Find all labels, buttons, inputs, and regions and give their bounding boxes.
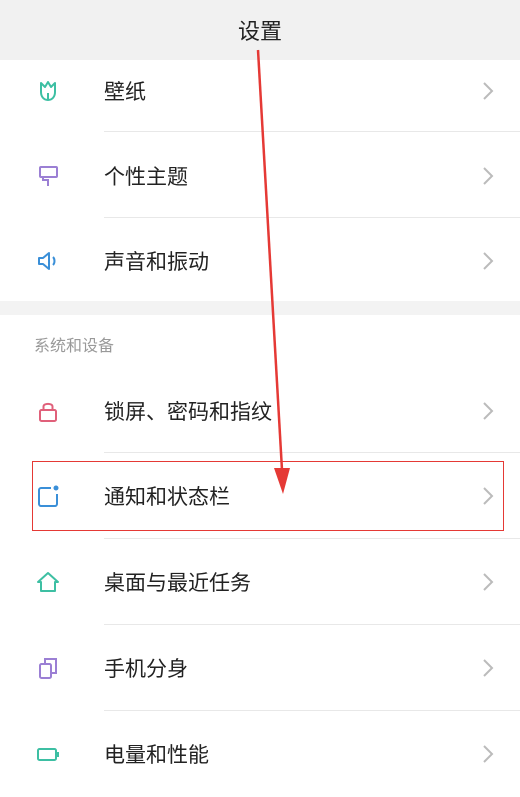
settings-item-wallpaper[interactable]: 壁纸 [0,48,520,134]
settings-item-dual-apps[interactable]: 手机分身 [0,625,520,711]
chevron-right-icon [483,167,494,185]
notification-icon [38,485,59,507]
settings-item-label: 锁屏、密码和指纹 [104,400,272,424]
settings-item-sound[interactable]: 声音和振动 [0,218,520,304]
chevron-right-icon [483,252,494,270]
settings-item-label: 个性主题 [104,165,188,189]
paint-roller-icon [39,166,58,186]
divider [104,131,520,132]
settings-item-battery[interactable]: 电量和性能 [0,711,520,797]
home-icon [37,572,59,592]
settings-item-label: 电量和性能 [104,743,209,767]
chevron-right-icon [483,745,494,763]
settings-item-label: 声音和振动 [104,250,209,274]
chevron-right-icon [483,487,494,505]
settings-item-home[interactable]: 桌面与最近任务 [0,539,520,625]
section-title: 系统和设备 [34,336,115,355]
settings-item-label: 手机分身 [104,657,188,681]
page-title: 设置 [237,20,282,45]
section-separator [0,301,520,315]
lock-icon [39,402,57,422]
chevron-right-icon [483,573,494,591]
tulip-icon [40,81,56,101]
settings-item-label: 通知和状态栏 [104,485,230,509]
dual-app-icon [39,658,57,679]
chevron-right-icon [483,82,494,100]
battery-icon [37,748,59,761]
settings-item-notifications[interactable]: 通知和状态栏 [0,453,520,539]
settings-item-label: 桌面与最近任务 [104,571,251,595]
settings-item-label: 壁纸 [104,80,146,104]
settings-item-theme[interactable]: 个性主题 [0,133,520,219]
chevron-right-icon [483,659,494,677]
chevron-right-icon [483,402,494,420]
settings-item-lockscreen[interactable]: 锁屏、密码和指纹 [0,368,520,454]
speaker-icon [38,252,56,270]
